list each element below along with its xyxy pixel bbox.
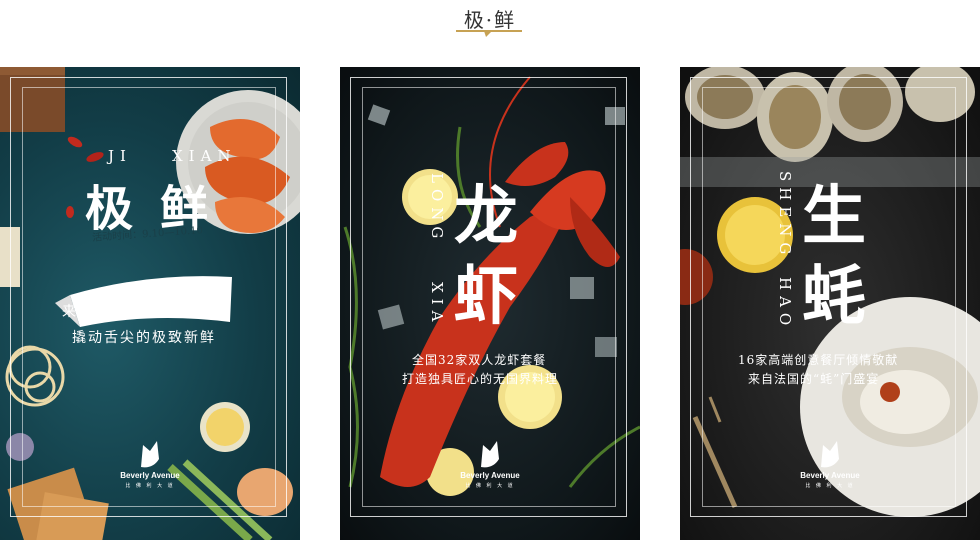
- brand-name: Beverly Avenue: [800, 471, 860, 480]
- brand-logo-icon: [481, 441, 499, 468]
- poster-sheng-hao[interactable]: SHENG HAO 生 蚝 16家高端创意餐厅倾情敬献 来自法国的“蚝”门盛宴 …: [680, 67, 980, 540]
- title-char-2: 虾: [454, 259, 518, 334]
- brand-name: Beverly Avenue: [120, 471, 180, 480]
- latin-left: LONG: [428, 173, 446, 245]
- underline-notch: [484, 31, 492, 37]
- title-char-2: 蚝: [802, 259, 866, 334]
- header: 极·鲜: [0, 0, 980, 60]
- latin-left: JI: [108, 147, 132, 165]
- tagline-line-1: 来自全球四大海鲜圣地: [62, 304, 222, 320]
- latin-left: SHENG: [776, 171, 794, 261]
- tagline-line-2: 来自法国的“蚝”门盛宴: [748, 372, 880, 386]
- brand-name: Beverly Avenue: [460, 471, 520, 480]
- brand-subname: 比 佛 利 大 道: [805, 483, 855, 489]
- tagline-line-2: 打造独具匠心的无国界料理: [402, 372, 559, 386]
- poster-long-xia[interactable]: LONG XIA 龙 虾 全国32家双人龙虾套餐 打造独具匠心的无国界料理 Be…: [340, 67, 640, 540]
- title-char-1: 龙: [454, 179, 518, 254]
- brand-logo-icon: [141, 441, 159, 468]
- tagline-line-1: 全国32家双人龙虾套餐: [412, 353, 547, 367]
- brand-logo-icon: [821, 441, 839, 468]
- title-char-1: 生: [802, 179, 866, 254]
- poster-ji-xian[interactable]: JI XIAN 极 鲜 活动时间：9.10—10.10 来自全球四大海鲜圣地 撬…: [0, 67, 300, 540]
- latin-right: HAO: [776, 277, 794, 332]
- page-title: 极·鲜: [463, 8, 517, 32]
- latin-right: XIA: [428, 282, 446, 328]
- brand-subname: 比 佛 利 大 道: [465, 483, 515, 489]
- tagline-line-2: 撬动舌尖的极致新鲜: [72, 330, 216, 346]
- tagline-line-1: 16家高端创意餐厅倾情敬献: [738, 353, 899, 367]
- latin-right: XIAN: [172, 147, 237, 165]
- brand-subname: 比 佛 利 大 道: [125, 483, 175, 489]
